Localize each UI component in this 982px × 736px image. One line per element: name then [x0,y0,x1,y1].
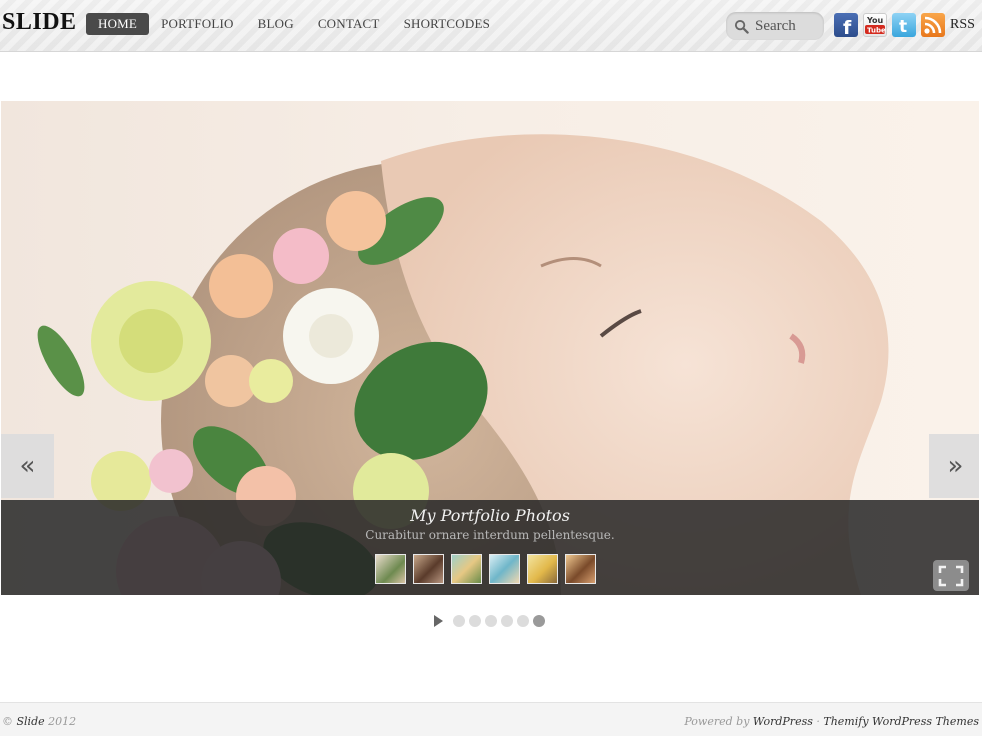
svg-text:f: f [843,17,852,37]
search-placeholder: Search [755,17,796,34]
pager-dot-3[interactable] [485,615,497,627]
site-header: SLIDE HOME PORTFOLIO BLOG CONTACT SHORTC… [0,0,982,52]
svg-text:Tube: Tube [867,27,886,35]
nav-item-portfolio[interactable]: PORTFOLIO [149,13,246,35]
youtube-icon[interactable]: You Tube [863,13,887,37]
slide-pager [434,615,549,627]
thumbnail-6[interactable] [565,554,596,584]
copyright-symbol: © [2,715,13,728]
svg-text:t: t [899,17,907,37]
thumbnail-4[interactable] [489,554,520,584]
copyright: © Slide 2012 [2,715,76,728]
play-icon[interactable] [434,615,443,627]
social-links: f You Tube t RSS [834,13,975,37]
search-icon [734,19,749,34]
thumbnail-strip [375,554,603,584]
site-logo[interactable]: SLIDE [2,9,77,36]
caption-subtitle: Curabitur ornare interdum pellentesque. [365,528,615,542]
nav-item-blog[interactable]: BLOG [246,13,306,35]
fullscreen-button[interactable] [933,560,969,591]
nav-item-shortcodes[interactable]: SHORTCODES [392,13,502,35]
thumbnail-2[interactable] [413,554,444,584]
rss-icon[interactable] [921,13,945,37]
twitter-icon[interactable]: t [892,13,916,37]
slider-prev-button[interactable]: « [1,434,54,498]
wordpress-link[interactable]: WordPress [753,715,813,728]
caption-title: My Portfolio Photos [410,506,570,525]
nav-item-contact[interactable]: CONTACT [306,13,392,35]
credits-separator: · [816,715,820,728]
site-footer: © Slide 2012 Powered by WordPress · Them… [0,702,982,736]
rss-link[interactable]: RSS [950,17,975,33]
thumbnail-3[interactable] [451,554,482,584]
footer-year: 2012 [48,715,77,728]
pager-dot-6[interactable] [533,615,545,627]
svg-text:You: You [866,16,884,25]
pager-dot-2[interactable] [469,615,481,627]
pager-dot-4[interactable] [501,615,513,627]
search-input[interactable]: Search [726,12,824,40]
fullscreen-icon [938,565,964,586]
pager-dot-5[interactable] [517,615,529,627]
main-nav: HOME PORTFOLIO BLOG CONTACT SHORTCODES [86,13,502,35]
footer-site-name[interactable]: Slide [17,715,45,728]
powered-by-text: Powered by [684,715,750,728]
themify-link[interactable]: Themify WordPress Themes [823,715,979,728]
credits: Powered by WordPress · Themify WordPress… [684,715,979,728]
thumbnail-5[interactable] [527,554,558,584]
nav-item-home[interactable]: HOME [86,13,150,35]
pager-dot-1[interactable] [453,615,465,627]
facebook-icon[interactable]: f [834,13,858,37]
thumbnail-1[interactable] [375,554,406,584]
slider-next-button[interactable]: » [929,434,979,498]
slide-caption: My Portfolio Photos Curabitur ornare int… [1,500,979,595]
